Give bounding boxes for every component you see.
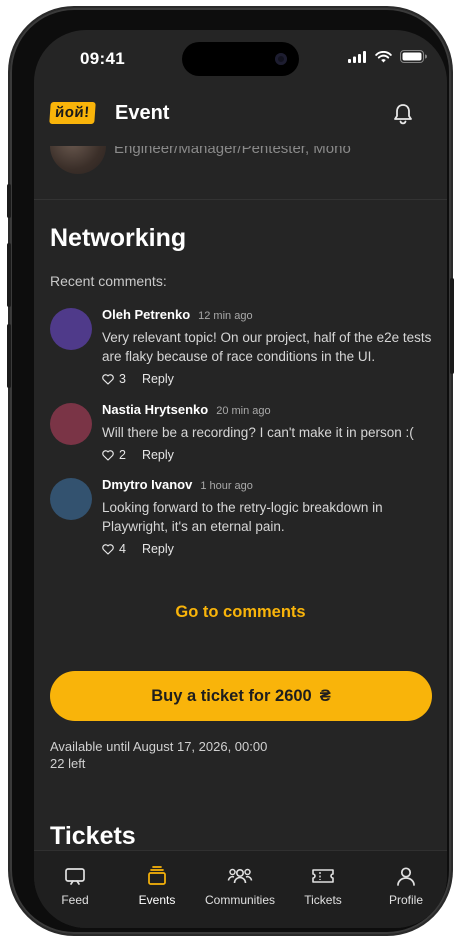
tab-label: Tickets [304, 893, 342, 907]
reply-button[interactable]: Reply [142, 542, 174, 556]
dynamic-island [182, 42, 299, 76]
wifi-icon [375, 50, 392, 62]
phone-frame: 09:41 йой! Event Engineer/Manager/Pentes… [7, 8, 454, 934]
feed-icon [65, 868, 85, 885]
page-title: Event [115, 102, 170, 124]
tab-profile[interactable]: Profile [366, 863, 446, 907]
comment-text: Looking forward to the retry-logic break… [102, 500, 383, 534]
hryvnia-icon: ₴ [319, 686, 331, 705]
screen: 09:41 йой! Event Engineer/Manager/Pentes… [34, 30, 447, 928]
tickets-left: 22 left [50, 756, 86, 771]
power-button [450, 278, 454, 374]
comment-avatar[interactable] [50, 478, 92, 520]
cellular-signal-icon [348, 50, 366, 63]
availability-info: Available until August 17, 2026, 00:00 2… [50, 738, 267, 772]
events-icon [148, 866, 166, 885]
communities-icon [227, 868, 253, 884]
battery-icon [400, 50, 427, 63]
comment-avatar[interactable] [50, 403, 92, 445]
like-button[interactable]: 4 [102, 542, 126, 556]
comment-text: Very relevant topic! On our project, hal… [102, 330, 432, 364]
recent-comments-label: Recent comments: [50, 273, 167, 289]
tab-label: Profile [388, 893, 423, 907]
profile-icon [397, 867, 415, 886]
status-bar: 09:41 [34, 30, 447, 80]
speaker-avatar [50, 146, 106, 174]
mute-switch [7, 184, 11, 218]
comment-time: 12 min ago [198, 310, 253, 322]
speaker-role: Engineer/Manager/Pentester, Mono [114, 146, 351, 157]
volume-up-button [7, 243, 11, 307]
reply-button[interactable]: Reply [142, 448, 174, 462]
heart-icon [102, 449, 114, 461]
status-icons [348, 50, 427, 63]
like-button[interactable]: 2 [102, 448, 126, 462]
heart-icon [102, 543, 114, 555]
bottom-tab-bar: Feed Events Communities Tickets Profile [34, 850, 447, 928]
reply-button[interactable]: Reply [142, 372, 174, 386]
tab-label: Communities [204, 893, 276, 907]
go-to-comments-link[interactable]: Go to comments [34, 603, 447, 622]
tab-label: Events [138, 893, 176, 907]
tickets-section-title: Tickets [50, 822, 136, 848]
comment-time: 20 min ago [216, 405, 271, 417]
comment-author[interactable]: Nastia Hrytsenko [102, 402, 208, 417]
tab-tickets[interactable]: Tickets [283, 863, 363, 907]
comment-author[interactable]: Oleh Petrenko [102, 307, 190, 322]
section-divider [34, 199, 447, 200]
buy-ticket-label: Buy a ticket for 2600 [151, 686, 312, 705]
app-logo[interactable]: йой! [49, 102, 96, 124]
camera-icon [275, 53, 287, 65]
tab-communities[interactable]: Communities [200, 863, 280, 907]
networking-title: Networking [50, 224, 187, 252]
like-count: 3 [119, 372, 126, 386]
tab-label: Feed [61, 893, 89, 907]
heart-icon [102, 373, 114, 385]
available-until: Available until August 17, 2026, 00:00 [50, 739, 268, 754]
tab-events[interactable]: Events [117, 863, 197, 907]
notifications-bell-icon[interactable] [393, 103, 413, 125]
event-content[interactable]: Engineer/Manager/Pentester, Mono Network… [34, 146, 447, 848]
like-count: 4 [119, 542, 126, 556]
tab-feed[interactable]: Feed [35, 863, 115, 907]
comment-avatar[interactable] [50, 308, 92, 350]
comment-text: Will there be a recording? I can't make … [102, 425, 414, 440]
like-count: 2 [119, 448, 126, 462]
buy-ticket-button[interactable]: Buy a ticket for 2600 ₴ [50, 671, 432, 721]
status-time: 09:41 [80, 49, 125, 68]
like-button[interactable]: 3 [102, 372, 126, 386]
app-bar: йой! Event [34, 80, 447, 146]
comment-author[interactable]: Dmytro Ivanov [102, 477, 192, 492]
volume-down-button [7, 324, 11, 388]
comment-time: 1 hour ago [200, 480, 253, 492]
tickets-icon [312, 869, 334, 883]
